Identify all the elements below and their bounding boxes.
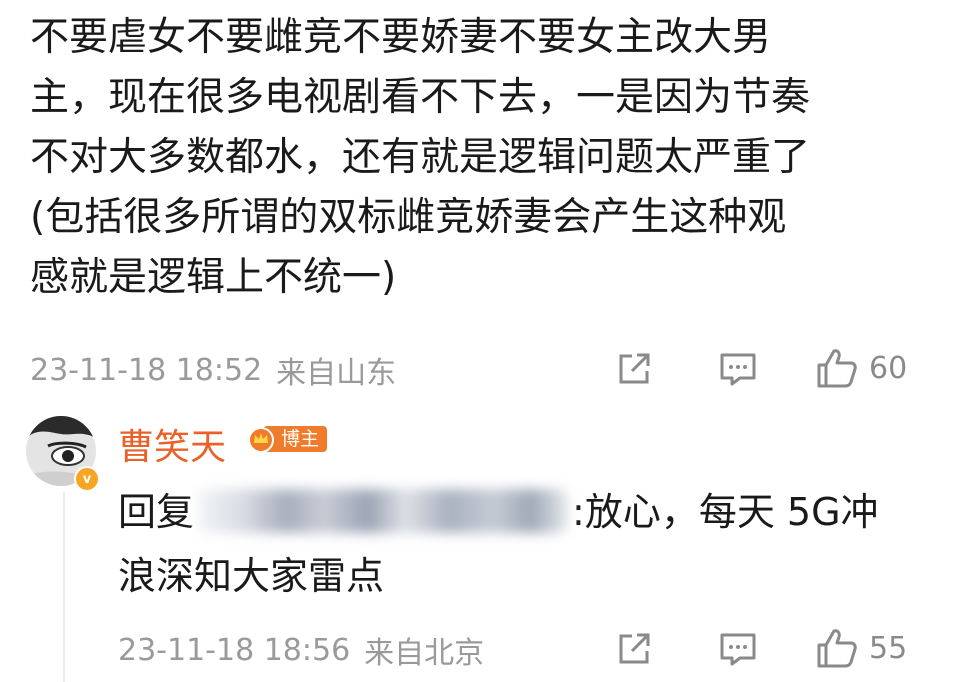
- post-like-button[interactable]: 60: [815, 346, 907, 390]
- reply-line: 回复 :放心，每天 5G冲: [118, 480, 879, 544]
- reply-username[interactable]: 曹笑天: [118, 418, 226, 470]
- redacted-username: [198, 489, 569, 533]
- verified-badge: v: [74, 466, 100, 492]
- post-meta: 23-11-18 18:52 来自山东: [30, 350, 397, 392]
- crown-icon: [248, 427, 274, 453]
- reply-content: 回复 :放心，每天 5G冲 浪深知大家雷点: [118, 480, 879, 608]
- comment-icon: [720, 633, 756, 666]
- reply-timestamp: 23-11-18 18:56: [118, 632, 351, 668]
- post-content: 不要虐女不要雌竞不要娇妻不要女主改大男 主，现在很多电视剧看不下去，一是因为节奏…: [30, 8, 930, 308]
- thumbs-up-icon: [817, 629, 857, 668]
- reply-prefix: 回复: [118, 490, 195, 534]
- share-icon: [619, 633, 650, 664]
- reply-share-button[interactable]: [615, 630, 653, 668]
- post-location: 来自山东: [276, 356, 397, 391]
- blogger-badge: 博主: [247, 424, 328, 454]
- post-line: 不对大多数都水，还有就是逻辑问题太严重了: [30, 135, 811, 180]
- post-line: 感就是逻辑上不统一): [30, 255, 397, 300]
- reply-meta: 23-11-18 18:56 来自北京: [118, 630, 485, 672]
- post-line: 主，现在很多电视剧看不下去，一是因为节奏: [30, 75, 811, 120]
- share-icon: [619, 353, 650, 384]
- reply-like-count: 55: [869, 630, 908, 666]
- comment-icon: [720, 353, 756, 386]
- post-comment-button[interactable]: [718, 350, 758, 388]
- post-line: 不要虐女不要雌竞不要娇妻不要女主改大男: [30, 15, 772, 60]
- post-share-button[interactable]: [615, 350, 653, 388]
- post-line: (包括很多所谓的双标雌竞娇妻会产生这种观: [30, 195, 787, 240]
- reply-line: 浪深知大家雷点: [118, 554, 385, 598]
- post-like-count: 60: [869, 350, 908, 386]
- reply-like-button[interactable]: 55: [815, 626, 907, 670]
- post-timestamp: 23-11-18 18:52: [30, 352, 263, 388]
- verified-badge-label: v: [82, 471, 92, 487]
- thumbs-up-icon: [817, 349, 857, 388]
- reply-line-text: :放心，每天 5G冲: [572, 490, 879, 534]
- reply-comment-button[interactable]: [718, 630, 758, 668]
- thread-line: [63, 492, 65, 682]
- reply-location: 来自北京: [364, 636, 485, 671]
